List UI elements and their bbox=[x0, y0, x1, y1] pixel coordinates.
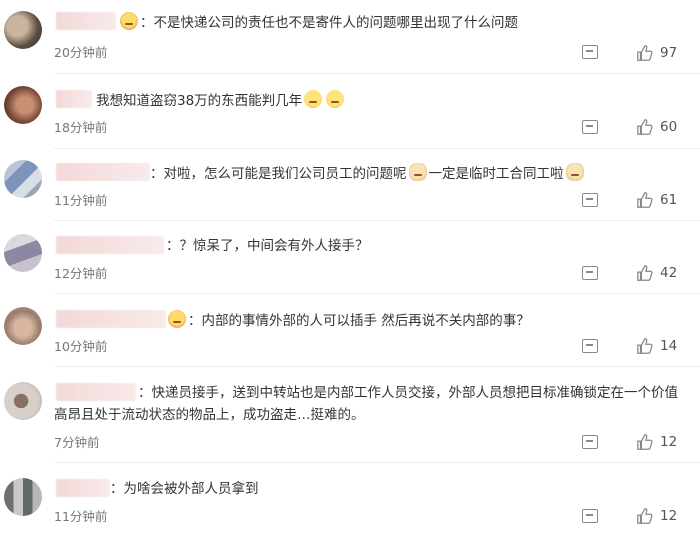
reply-button[interactable] bbox=[582, 435, 600, 451]
thumbs-up-icon bbox=[637, 434, 653, 450]
emoji-icon bbox=[408, 163, 427, 181]
thumbs-up-icon bbox=[637, 508, 653, 524]
like-button[interactable]: 12 bbox=[636, 507, 677, 525]
avatar[interactable] bbox=[4, 160, 42, 198]
comment-time: 7分钟前 bbox=[54, 435, 100, 450]
thumbs-up-icon bbox=[637, 45, 653, 61]
reply-icon bbox=[582, 339, 598, 353]
comment-text: ：不是快递公司的责任也不是寄件人的问题哪里出现了什么问题 bbox=[118, 12, 518, 33]
comment-text-continued: 高昂且处于流动状态的物品上，成功盗走…挺难的。 bbox=[54, 407, 365, 423]
reply-icon bbox=[582, 266, 598, 280]
username-blurred[interactable] bbox=[56, 163, 150, 181]
emoji-icon bbox=[304, 90, 323, 108]
avatar[interactable] bbox=[4, 11, 42, 49]
avatar[interactable] bbox=[4, 234, 42, 272]
emoji-icon bbox=[565, 163, 584, 181]
comment-time: 18分钟前 bbox=[54, 120, 108, 135]
thumbs-up-icon bbox=[637, 338, 653, 354]
like-button[interactable]: 14 bbox=[636, 337, 677, 355]
comment-text: 我想知道盗窃38万的东西能判几年 bbox=[96, 90, 346, 111]
divider bbox=[54, 148, 700, 149]
like-button[interactable]: 60 bbox=[636, 118, 677, 136]
reply-button[interactable] bbox=[582, 339, 600, 355]
avatar[interactable] bbox=[4, 307, 42, 345]
like-count: 12 bbox=[660, 434, 678, 450]
like-count: 97 bbox=[660, 45, 678, 61]
thumbs-up-icon bbox=[637, 192, 653, 208]
reply-icon bbox=[582, 45, 598, 59]
avatar[interactable] bbox=[4, 382, 42, 420]
reply-icon bbox=[582, 435, 598, 449]
reply-button[interactable] bbox=[582, 120, 600, 136]
comment-time: 12分钟前 bbox=[54, 266, 108, 281]
reply-button[interactable] bbox=[582, 509, 600, 525]
divider bbox=[54, 293, 700, 294]
comment-text: ：快递员接手，送到中转站也是内部工作人员交接，外部人员想把目标准确锁定在一个价值 bbox=[138, 385, 678, 401]
reply-icon bbox=[582, 509, 598, 523]
avatar[interactable] bbox=[4, 478, 42, 516]
comment-text: ：内部的事情外部的人可以插手 然后再说不关内部的事？ bbox=[166, 310, 530, 331]
like-button[interactable]: 61 bbox=[636, 191, 677, 209]
like-count: 14 bbox=[660, 338, 678, 354]
emoji-icon bbox=[120, 12, 138, 30]
like-count: 60 bbox=[660, 119, 678, 135]
thumbs-up-icon bbox=[637, 119, 653, 135]
emoji-icon bbox=[326, 90, 345, 108]
comment-text: ：？惊呆了，中间会有外人接手？ bbox=[166, 238, 369, 254]
thumbs-up-icon bbox=[637, 265, 653, 281]
reply-button[interactable] bbox=[582, 266, 600, 282]
username-blurred[interactable] bbox=[56, 12, 116, 30]
like-count: 42 bbox=[660, 265, 678, 281]
comment-time: 10分钟前 bbox=[54, 339, 108, 354]
divider bbox=[54, 220, 700, 221]
username-blurred[interactable] bbox=[56, 383, 136, 401]
comment-time: 11分钟前 bbox=[54, 193, 108, 208]
reply-button[interactable] bbox=[582, 193, 600, 209]
emoji-icon bbox=[168, 310, 186, 328]
like-button[interactable]: 97 bbox=[636, 44, 677, 62]
reply-button[interactable] bbox=[582, 45, 600, 61]
divider bbox=[54, 462, 700, 463]
avatar[interactable] bbox=[4, 86, 42, 124]
like-count: 12 bbox=[660, 508, 678, 524]
divider bbox=[54, 366, 700, 367]
username-blurred[interactable] bbox=[56, 90, 92, 108]
comment-text: ：为啥会被外部人员拿到 bbox=[110, 481, 259, 497]
comment-text: ：对啦，怎么可能是我们公司员工的问题呢 一定是临时工合同工啦 bbox=[150, 163, 586, 184]
username-blurred[interactable] bbox=[56, 236, 164, 254]
like-button[interactable]: 42 bbox=[636, 264, 677, 282]
divider bbox=[54, 73, 700, 74]
like-count: 61 bbox=[660, 192, 678, 208]
reply-icon bbox=[582, 120, 598, 134]
username-blurred[interactable] bbox=[56, 310, 166, 328]
like-button[interactable]: 12 bbox=[636, 433, 677, 451]
comment-time: 11分钟前 bbox=[54, 509, 108, 524]
username-blurred[interactable] bbox=[56, 479, 110, 497]
reply-icon bbox=[582, 193, 598, 207]
comment-time: 20分钟前 bbox=[54, 45, 108, 60]
